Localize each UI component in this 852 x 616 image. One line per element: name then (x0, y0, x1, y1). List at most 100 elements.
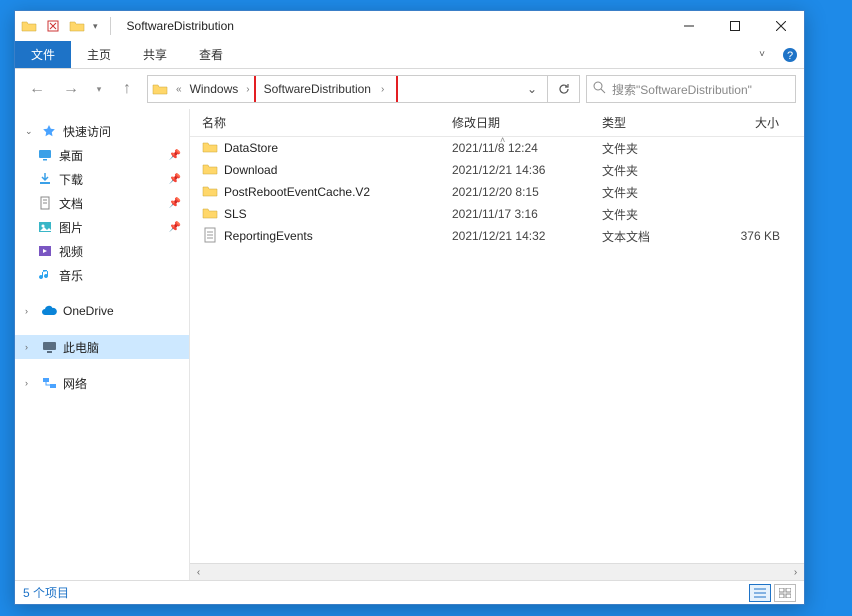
list-item[interactable]: PostRebootEventCache.V22021/12/20 8:15文件… (190, 181, 804, 203)
file-type: 文件夹 (602, 206, 712, 223)
list-item[interactable]: DataStore 2021/11/8 12:24文件夹 (190, 137, 804, 159)
scroll-left-arrow[interactable]: ‹ (190, 567, 207, 578)
navigation-row: ← → ▾ ↑ « Windows › SoftwareDistribution… (15, 69, 804, 109)
qat-dropdown-icon[interactable]: ▾ (93, 21, 98, 32)
ribbon-tab-share[interactable]: 共享 (127, 41, 183, 68)
status-item-count: 5 个项目 (23, 584, 69, 601)
file-date: 2021/12/20 8:15 (452, 185, 602, 199)
col-type[interactable]: 类型 (602, 114, 712, 131)
sidebar-network[interactable]: › 网络 (15, 371, 189, 395)
column-headers: 名称 修改日期 类型 大小 ˄ (190, 109, 804, 137)
qat-properties-icon[interactable] (45, 18, 61, 34)
chevron-right-icon[interactable]: › (242, 84, 253, 95)
star-icon (41, 123, 57, 139)
col-size[interactable]: 大小 (712, 114, 792, 131)
pc-icon (41, 339, 57, 355)
sidebar-item-music[interactable]: 音乐 (15, 263, 189, 287)
sidebar-this-pc[interactable]: › 此电脑 (15, 335, 189, 359)
file-list[interactable]: DataStore2021/11/8 12:24文件夹Download2021/… (190, 137, 804, 563)
address-overflow[interactable]: « (172, 84, 186, 95)
cloud-icon (41, 303, 57, 319)
chevron-down-icon: ⌄ (25, 126, 35, 137)
app-folder-icon (21, 18, 37, 34)
address-bar[interactable]: « Windows › SoftwareDistribution › ⌄ (147, 75, 548, 103)
file-type: 文件夹 (602, 162, 712, 179)
ribbon-tab-file[interactable]: 文件 (15, 41, 71, 68)
col-name[interactable]: 名称 (202, 114, 452, 131)
ribbon-tab-home[interactable]: 主页 (71, 41, 127, 68)
search-input[interactable]: 搜索"SoftwareDistribution" (586, 75, 796, 103)
file-icon (202, 227, 218, 246)
address-dropdown[interactable]: ⌄ (517, 82, 547, 96)
file-name: DataStore (224, 141, 278, 155)
titlebar: ▾ SoftwareDistribution (15, 11, 804, 41)
refresh-button[interactable] (548, 75, 580, 103)
address-seg-windows[interactable]: Windows (186, 76, 243, 102)
sidebar-item-desktop[interactable]: 桌面📌 (15, 143, 189, 167)
col-date[interactable]: 修改日期 (452, 114, 602, 131)
chevron-right-icon[interactable]: › (377, 84, 388, 95)
sidebar-onedrive[interactable]: › OneDrive (15, 299, 189, 323)
file-date: 2021/11/8 12:24 (452, 141, 602, 155)
address-seg-current[interactable]: SoftwareDistribution (264, 82, 371, 96)
ribbon: 文件 主页 共享 查看 ˅ ? (15, 41, 804, 69)
address-folder-icon (148, 81, 172, 97)
up-button[interactable]: ↑ (113, 75, 141, 103)
search-placeholder: 搜索"SoftwareDistribution" (612, 81, 752, 98)
close-button[interactable] (758, 11, 804, 41)
file-date: 2021/12/21 14:32 (452, 229, 602, 243)
pin-icon: 📌 (169, 198, 181, 209)
sidebar-item-pictures[interactable]: 图片📌 (15, 215, 189, 239)
sidebar-network-label: 网络 (63, 375, 87, 392)
list-item[interactable]: Download 2021/12/21 14:36文件夹 (190, 159, 804, 181)
chevron-right-icon: › (25, 378, 35, 388)
file-name: Download (224, 163, 277, 177)
download-icon (37, 171, 53, 187)
file-type: 文件夹 (602, 140, 712, 157)
history-dropdown[interactable]: ▾ (91, 75, 107, 103)
svg-text:?: ? (787, 50, 793, 62)
folder-icon (202, 205, 218, 224)
body: ⌄ 快速访问 桌面📌下载📌文档📌图片📌视频音乐 › OneDrive (15, 109, 804, 580)
file-name: PostRebootEventCache.V2 (224, 185, 370, 199)
sidebar-item-document[interactable]: 文档 📌 (15, 191, 189, 215)
chevron-right-icon: › (25, 306, 35, 316)
pin-icon: 📌 (169, 150, 181, 161)
list-item[interactable]: ReportingEvents2021/12/21 14:32文本文档376 K… (190, 225, 804, 247)
sidebar-quick-access[interactable]: ⌄ 快速访问 (15, 119, 189, 143)
ribbon-tab-view[interactable]: 查看 (183, 41, 239, 68)
file-date: 2021/12/21 14:36 (452, 163, 602, 177)
sidebar-item-videos[interactable]: 视频 (15, 239, 189, 263)
view-icons-button[interactable] (774, 584, 796, 602)
sidebar-item-label: 文档 (59, 195, 83, 212)
videos-icon (37, 243, 53, 259)
horizontal-scrollbar[interactable]: ‹ › (190, 563, 804, 580)
folder-icon (202, 183, 218, 202)
pin-icon: 📌 (169, 174, 181, 185)
view-details-button[interactable] (749, 584, 771, 602)
file-type: 文本文档 (602, 228, 712, 245)
content-pane: 名称 修改日期 类型 大小 ˄ DataStore 2021/11/8 12:24… (190, 109, 804, 580)
ribbon-expand-button[interactable]: ˅ (748, 41, 776, 68)
network-icon (41, 375, 57, 391)
file-size: 376 KB (712, 229, 792, 243)
back-button[interactable]: ← (23, 75, 51, 103)
qat-separator (110, 17, 111, 35)
folder-icon (202, 139, 218, 158)
qat-newfolder-icon[interactable] (69, 18, 85, 34)
search-icon (593, 81, 606, 97)
sidebar-item-download[interactable]: 下载📌 (15, 167, 189, 191)
music-icon (37, 267, 53, 283)
sidebar-item-label: 图片 (59, 219, 83, 236)
scroll-right-arrow[interactable]: › (787, 567, 804, 578)
desktop-icon (37, 147, 53, 163)
maximize-button[interactable] (712, 11, 758, 41)
list-item[interactable]: SLS2021/11/17 3:16文件夹 (190, 203, 804, 225)
forward-button[interactable]: → (57, 75, 85, 103)
help-button[interactable]: ? (776, 41, 804, 68)
minimize-button[interactable] (666, 11, 712, 41)
chevron-right-icon: › (25, 342, 35, 352)
sidebar-onedrive-label: OneDrive (63, 304, 114, 318)
explorer-window: ▾ SoftwareDistribution 文件 主页 共享 查看 ˅ ? ←… (14, 10, 805, 605)
window-title: SoftwareDistribution (127, 19, 234, 33)
